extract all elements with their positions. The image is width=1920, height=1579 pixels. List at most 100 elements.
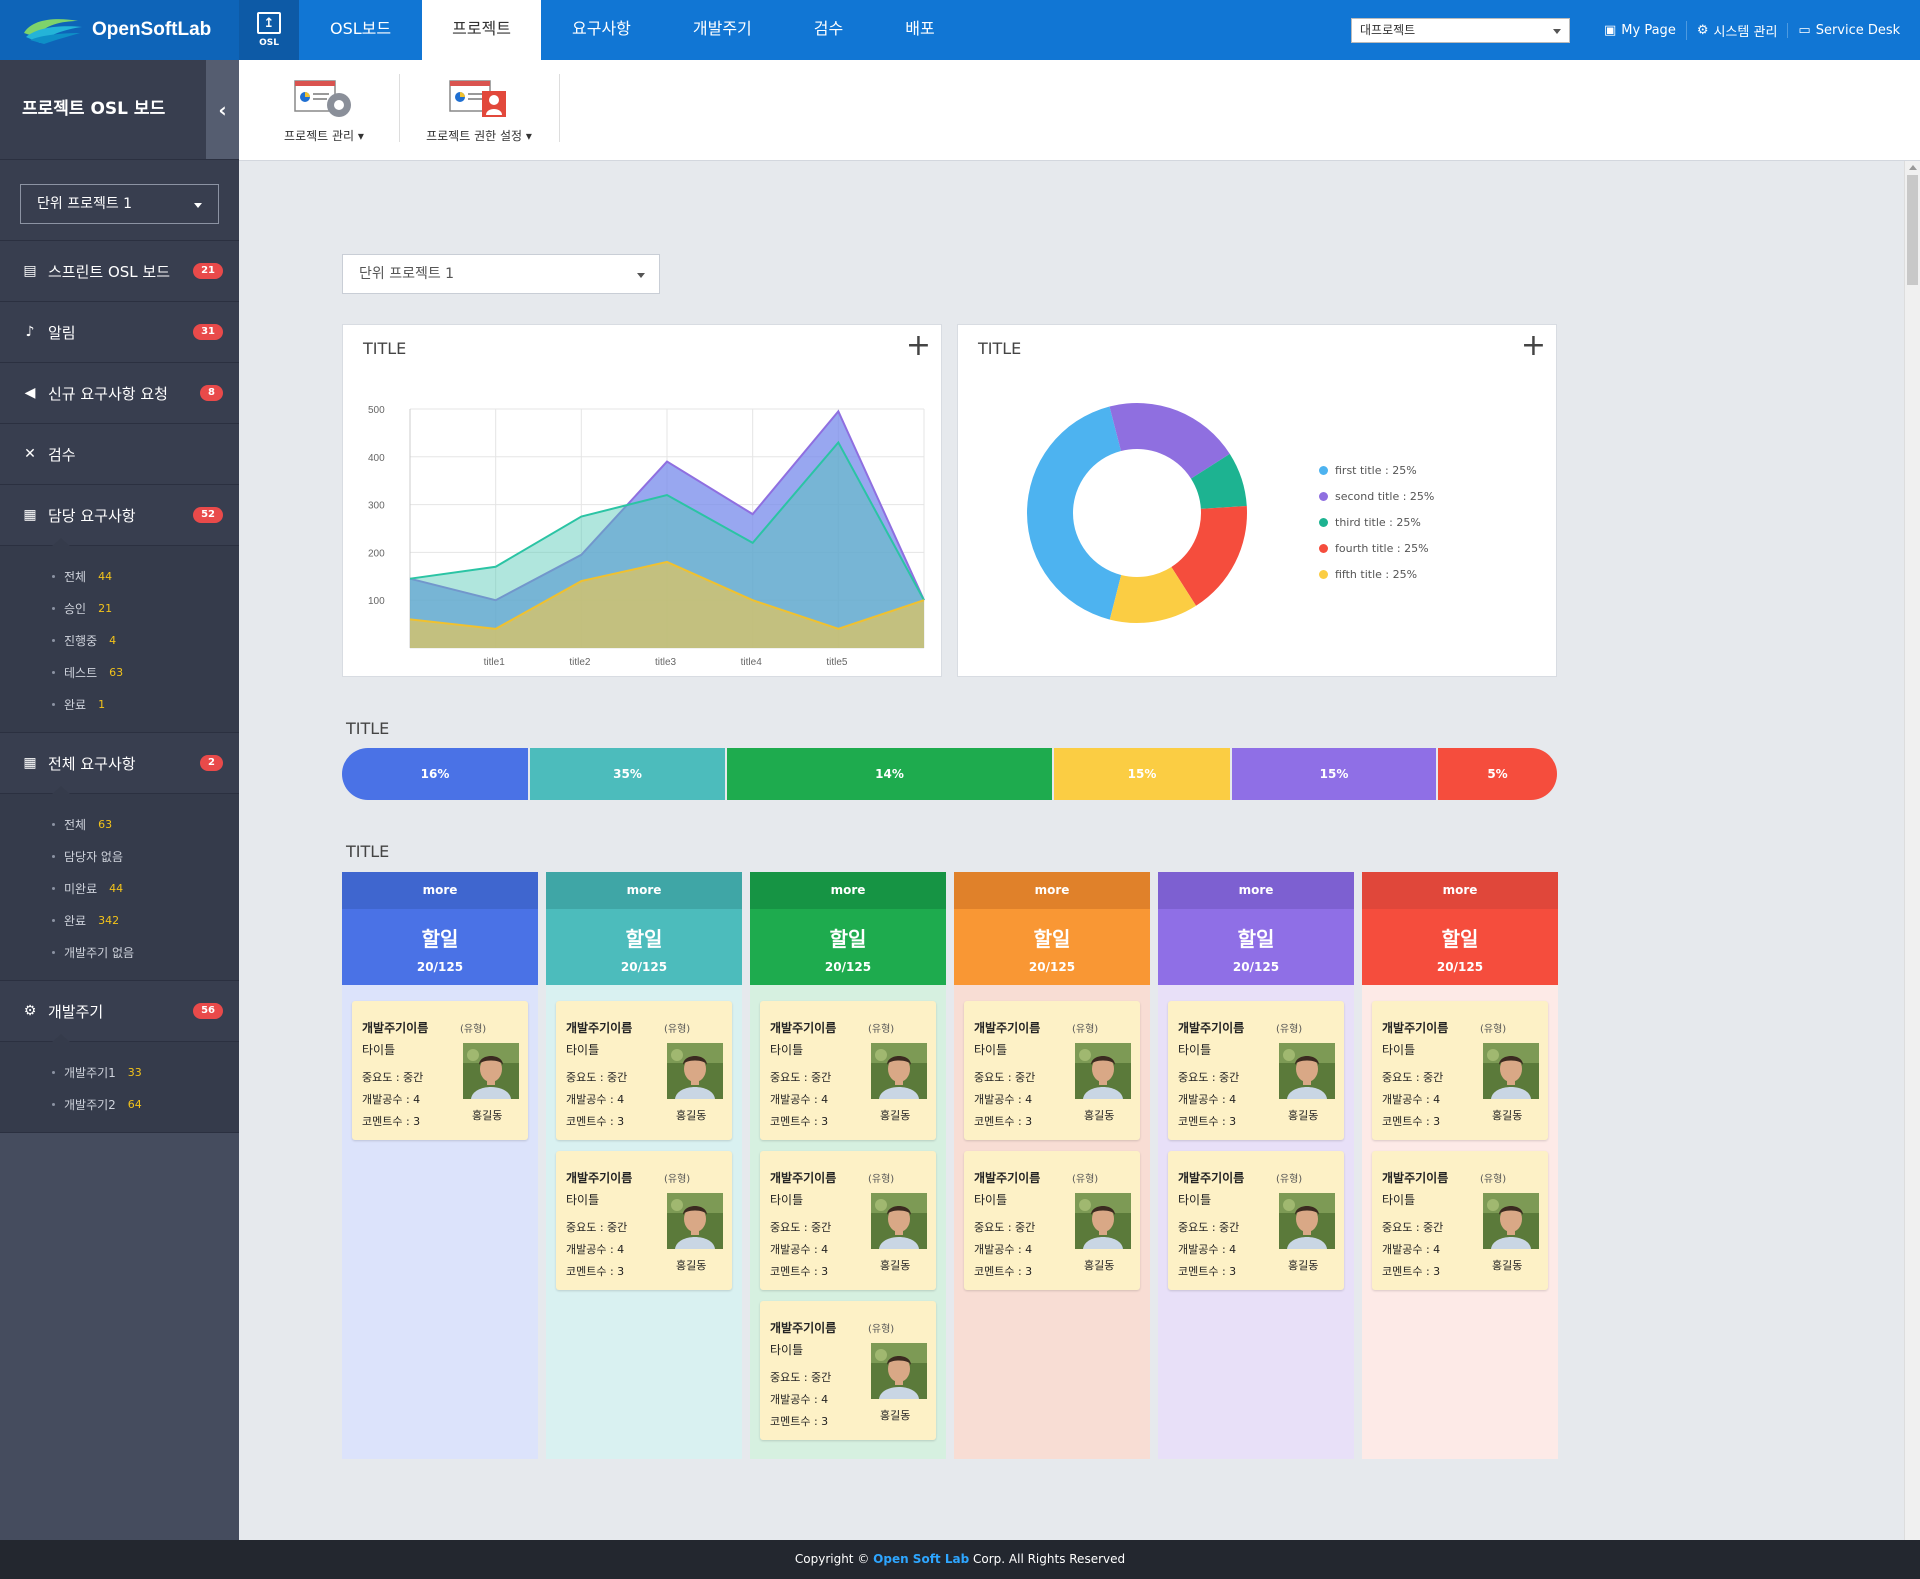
sidebar-submenu-dev-cycle: 개발주기1 33 개발주기2 64 bbox=[0, 1042, 239, 1133]
kanban-card[interactable]: 개발주기이름 (유형) 타이틀 중요도 : 중간 개발공수 : 4 코멘트수 :… bbox=[556, 1001, 732, 1140]
scrollbar-thumb[interactable] bbox=[1907, 175, 1918, 285]
card-importance: 중요도 : 중간 bbox=[770, 1371, 832, 1384]
menu-inspection[interactable]: 검수 bbox=[783, 0, 874, 60]
more-button[interactable]: more bbox=[1362, 872, 1558, 909]
card-importance: 중요도 : 중간 bbox=[1382, 1071, 1444, 1084]
project-select[interactable]: 대프로젝트 bbox=[1351, 18, 1570, 43]
more-button[interactable]: more bbox=[750, 872, 946, 909]
sidebar-item-new-requests[interactable]: ◀ 신규 요구사항 요청 8 bbox=[0, 363, 239, 424]
kanban-card[interactable]: 개발주기이름 (유형) 타이틀 중요도 : 중간 개발공수 : 4 코멘트수 :… bbox=[556, 1151, 732, 1290]
progress-segment: 15% bbox=[1232, 748, 1438, 800]
submenu-item[interactable]: 개발주기1 33 bbox=[0, 1056, 239, 1088]
logo[interactable]: OpenSoftLab bbox=[0, 0, 239, 60]
sidebar-project-select[interactable]: 단위 프로젝트 1 bbox=[20, 184, 219, 224]
card-type: (유형) bbox=[868, 1174, 895, 1185]
menu-project[interactable]: 프로젝트 bbox=[422, 0, 541, 60]
submenu-item[interactable]: 완료 1 bbox=[0, 688, 239, 720]
sidebar-item-inspection[interactable]: ✕ 검수 bbox=[0, 424, 239, 485]
scroll-up-icon[interactable] bbox=[1909, 165, 1917, 170]
submenu-item[interactable]: 전체 44 bbox=[0, 560, 239, 592]
column-body: 개발주기이름 (유형) 타이틀 중요도 : 중간 개발공수 : 4 코멘트수 :… bbox=[954, 985, 1150, 1459]
osl-label: OSL bbox=[259, 38, 279, 48]
more-button[interactable]: more bbox=[954, 872, 1150, 909]
my-page-link[interactable]: ▣ My Page bbox=[1600, 23, 1686, 38]
kanban-card[interactable]: 개발주기이름 (유형) 타이틀 중요도 : 중간 개발공수 : 4 코멘트수 :… bbox=[964, 1001, 1140, 1140]
card-title: 타이틀 bbox=[974, 1193, 1008, 1207]
column-title: 할일 bbox=[829, 927, 867, 951]
copyright-prefix: Copyright © bbox=[794, 1552, 870, 1566]
sidebar-item-label: 전체 요구사항 bbox=[48, 754, 136, 773]
vertical-scrollbar[interactable] bbox=[1904, 161, 1920, 1540]
card-importance: 중요도 : 중간 bbox=[770, 1071, 832, 1084]
sidebar-item-alerts[interactable]: ♪ 알림 31 bbox=[0, 302, 239, 363]
project-permission-button[interactable]: 프로젝트 권한 설정 ▾ bbox=[414, 60, 544, 160]
kanban-card[interactable]: 개발주기이름 (유형) 타이틀 중요도 : 중간 개발공수 : 4 코멘트수 :… bbox=[352, 1001, 528, 1140]
service-desk-link[interactable]: ▭ Service Desk bbox=[1787, 22, 1910, 38]
system-admin-link[interactable]: ⚙ 시스템 관리 bbox=[1685, 20, 1788, 40]
footer: Copyright © Open Soft Lab Corp. All Righ… bbox=[0, 1540, 1920, 1579]
submenu-item[interactable]: 담당자 없음 bbox=[0, 840, 239, 872]
card-name: 개발주기이름 bbox=[362, 1021, 429, 1035]
card-name: 개발주기이름 bbox=[770, 1321, 837, 1335]
submenu-item[interactable]: 완료 342 bbox=[0, 904, 239, 936]
kanban-column: more 할일 20/125 개발주기이름 (유형) 타이틀 중요도 : 중간 … bbox=[750, 872, 946, 1459]
menu-deploy[interactable]: 배포 bbox=[874, 0, 965, 60]
more-button[interactable]: more bbox=[342, 872, 538, 909]
submenu-item[interactable]: 전체 63 bbox=[0, 808, 239, 840]
sidebar-item-label: 검수 bbox=[48, 445, 76, 464]
submenu-item[interactable]: 개발주기 없음 bbox=[0, 936, 239, 968]
kanban-card[interactable]: 개발주기이름 (유형) 타이틀 중요도 : 중간 개발공수 : 4 코멘트수 :… bbox=[1168, 1001, 1344, 1140]
kanban-card[interactable]: 개발주기이름 (유형) 타이틀 중요도 : 중간 개발공수 : 4 코멘트수 :… bbox=[1372, 1001, 1548, 1140]
menu-requirements[interactable]: 요구사항 bbox=[541, 0, 662, 60]
x-tick-label: title3 bbox=[655, 657, 677, 668]
menu-osl-board[interactable]: OSL보드 bbox=[299, 0, 422, 60]
sidebar-item-dev-cycle[interactable]: ⚙ 개발주기 56 bbox=[0, 981, 239, 1042]
project-manage-label: 프로젝트 관리 ▾ bbox=[284, 128, 364, 143]
avatar bbox=[463, 1043, 519, 1099]
more-button[interactable]: more bbox=[1158, 872, 1354, 909]
submenu-count: 1 bbox=[98, 697, 106, 711]
submenu-count: 33 bbox=[127, 1065, 142, 1079]
y-tick-label: 300 bbox=[368, 501, 385, 512]
submenu-item[interactable]: 테스트 63 bbox=[0, 656, 239, 688]
card-comments: 코멘트수 : 3 bbox=[770, 1265, 829, 1278]
project-select-value: 대프로젝트 bbox=[1360, 23, 1416, 37]
donut-chart-panel: TITLE + first title : 25% second title :… bbox=[957, 324, 1557, 677]
service-desk-label: Service Desk bbox=[1815, 22, 1901, 38]
legend-label: fifth title : 25% bbox=[1335, 567, 1418, 581]
unit-project-select[interactable]: 단위 프로젝트 1 bbox=[342, 254, 660, 294]
sidebar-item-all-requirements[interactable]: ▦ 전체 요구사항 2 bbox=[0, 733, 239, 794]
kanban-card[interactable]: 개발주기이름 (유형) 타이틀 중요도 : 중간 개발공수 : 4 코멘트수 :… bbox=[964, 1151, 1140, 1290]
kanban-card[interactable]: 개발주기이름 (유형) 타이틀 중요도 : 중간 개발공수 : 4 코멘트수 :… bbox=[760, 1301, 936, 1440]
legend-item: fourth title : 25% bbox=[1319, 535, 1434, 561]
count-badge: 21 bbox=[193, 263, 223, 279]
osl-home-button[interactable]: ↥ OSL bbox=[239, 0, 299, 60]
legend-label: third title : 25% bbox=[1335, 515, 1421, 529]
menu-dev-cycle[interactable]: 개발주기 bbox=[662, 0, 783, 60]
sidebar-item-sprint-board[interactable]: ▤ 스프린트 OSL 보드 21 bbox=[0, 241, 239, 302]
kanban-card[interactable]: 개발주기이름 (유형) 타이틀 중요도 : 중간 개발공수 : 4 코멘트수 :… bbox=[760, 1001, 936, 1140]
legend-item: fifth title : 25% bbox=[1319, 561, 1434, 587]
column-count: 20/125 bbox=[1232, 960, 1280, 974]
legend-dot bbox=[1319, 465, 1328, 475]
submenu-item[interactable]: 미완료 44 bbox=[0, 872, 239, 904]
submenu-count: 4 bbox=[109, 633, 117, 647]
main-menu: OSL보드 프로젝트 요구사항 개발주기 검수 배포 bbox=[299, 0, 966, 60]
card-effort: 개발공수 : 4 bbox=[974, 1093, 1033, 1106]
project-manage-button[interactable]: 프로젝트 관리 ▾ bbox=[269, 60, 379, 160]
sidebar-collapse-button[interactable]: ‹ bbox=[206, 60, 239, 159]
submenu-label: 개발주기 없음 bbox=[64, 945, 135, 960]
kanban-card[interactable]: 개발주기이름 (유형) 타이틀 중요도 : 중간 개발공수 : 4 코멘트수 :… bbox=[1168, 1151, 1344, 1290]
card-comments: 코멘트수 : 3 bbox=[1178, 1265, 1237, 1278]
card-comments: 코멘트수 : 3 bbox=[1382, 1265, 1441, 1278]
sidebar-item-assigned-requirements[interactable]: ▦ 담당 요구사항 52 bbox=[0, 485, 239, 546]
system-admin-label: 시스템 관리 bbox=[1713, 24, 1778, 40]
submenu-item[interactable]: 진행중 4 bbox=[0, 624, 239, 656]
submenu-item[interactable]: 개발주기2 64 bbox=[0, 1088, 239, 1120]
kanban-card[interactable]: 개발주기이름 (유형) 타이틀 중요도 : 중간 개발공수 : 4 코멘트수 :… bbox=[1372, 1151, 1548, 1290]
kanban-card[interactable]: 개발주기이름 (유형) 타이틀 중요도 : 중간 개발공수 : 4 코멘트수 :… bbox=[760, 1151, 936, 1290]
more-button[interactable]: more bbox=[546, 872, 742, 909]
plus-icon[interactable]: + bbox=[1521, 331, 1546, 361]
submenu-item[interactable]: 승인 21 bbox=[0, 592, 239, 624]
avatar bbox=[667, 1043, 723, 1099]
